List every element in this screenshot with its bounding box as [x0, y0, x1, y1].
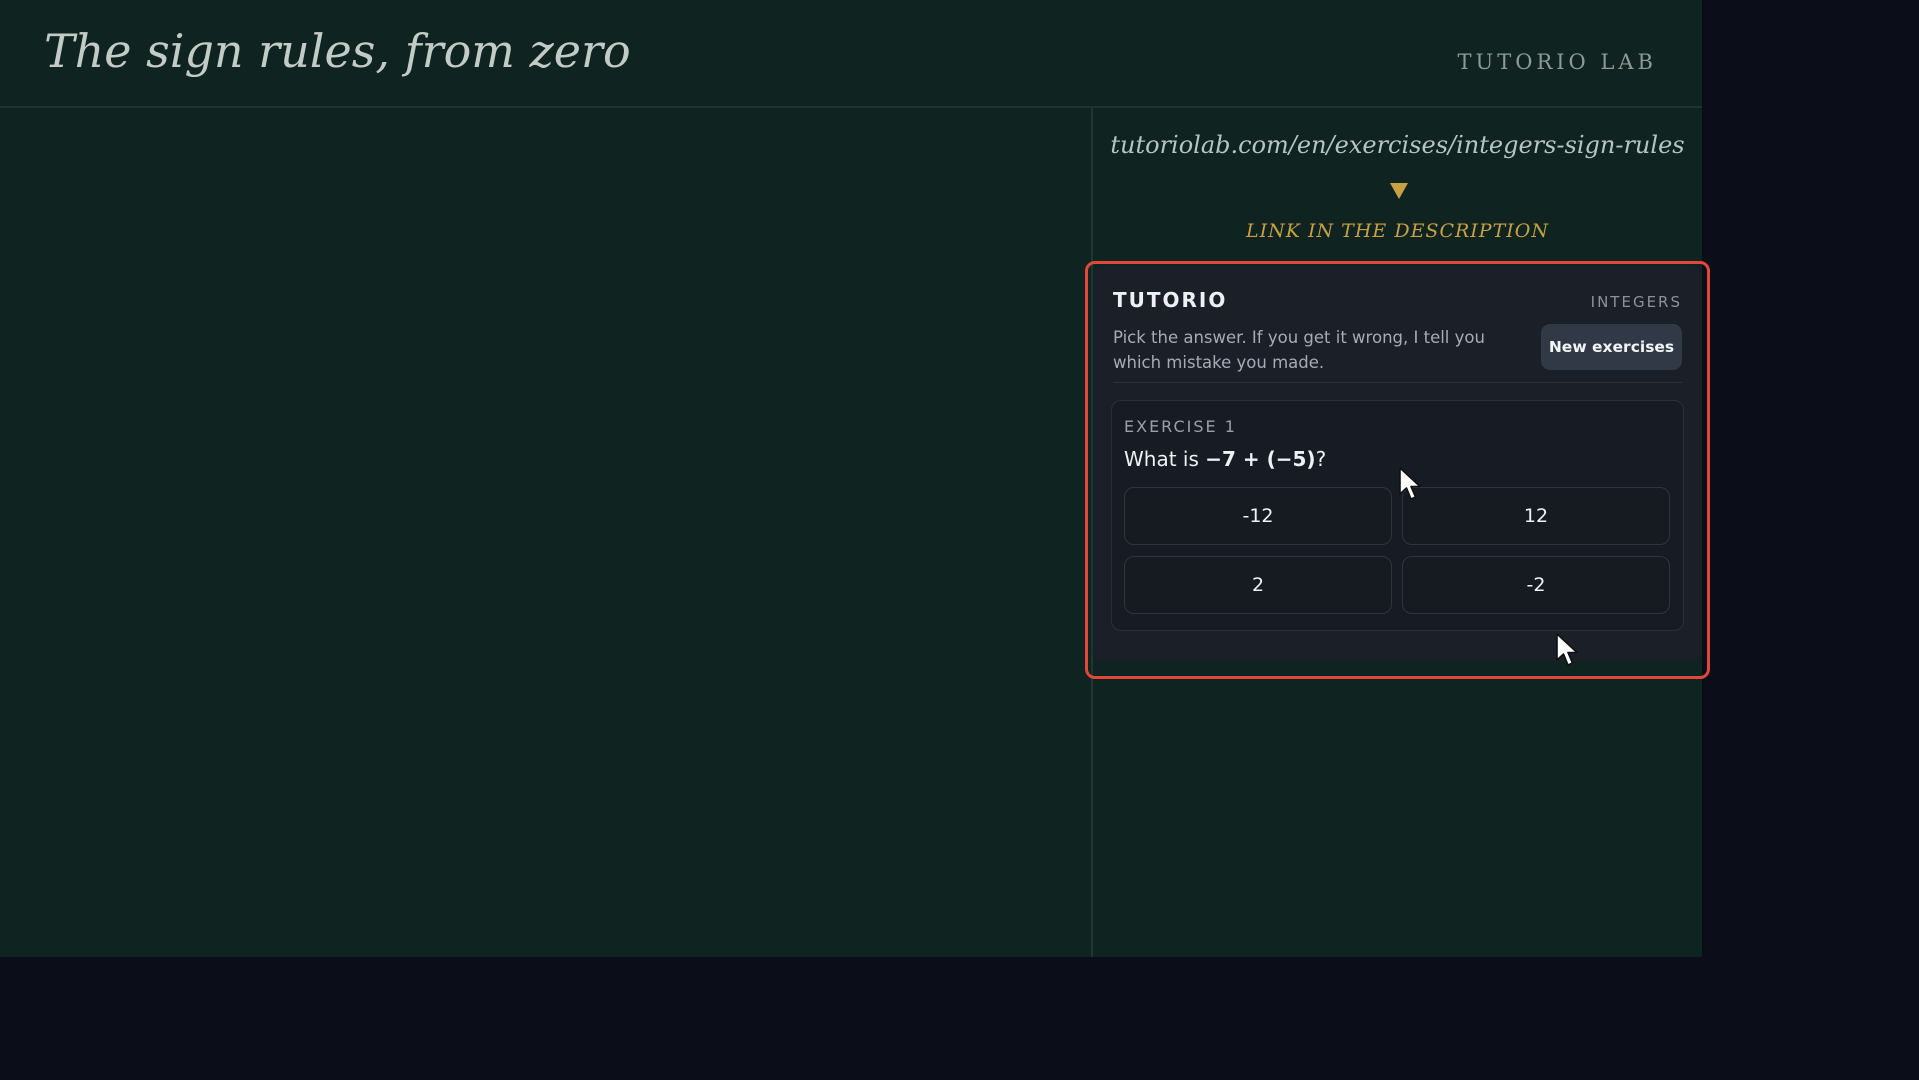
video-frame: The sign rules, from zero TUTORIO LAB tu…: [0, 0, 1710, 957]
down-arrow-icon: [1390, 183, 1408, 199]
link-callout: LINK IN THE DESCRIPTION: [1246, 220, 1549, 242]
brand-label: TUTORIO LAB: [1457, 50, 1657, 74]
page-title: The sign rules, from zero: [44, 24, 631, 78]
mouse-pointer-icon: [1399, 467, 1421, 500]
mouse-pointer-icon: [1556, 633, 1578, 666]
exercise-url[interactable]: tutoriolab.com/en/exercises/integers-sig…: [1093, 131, 1702, 159]
header-bar: The sign rules, from zero TUTORIO LAB: [0, 0, 1702, 108]
